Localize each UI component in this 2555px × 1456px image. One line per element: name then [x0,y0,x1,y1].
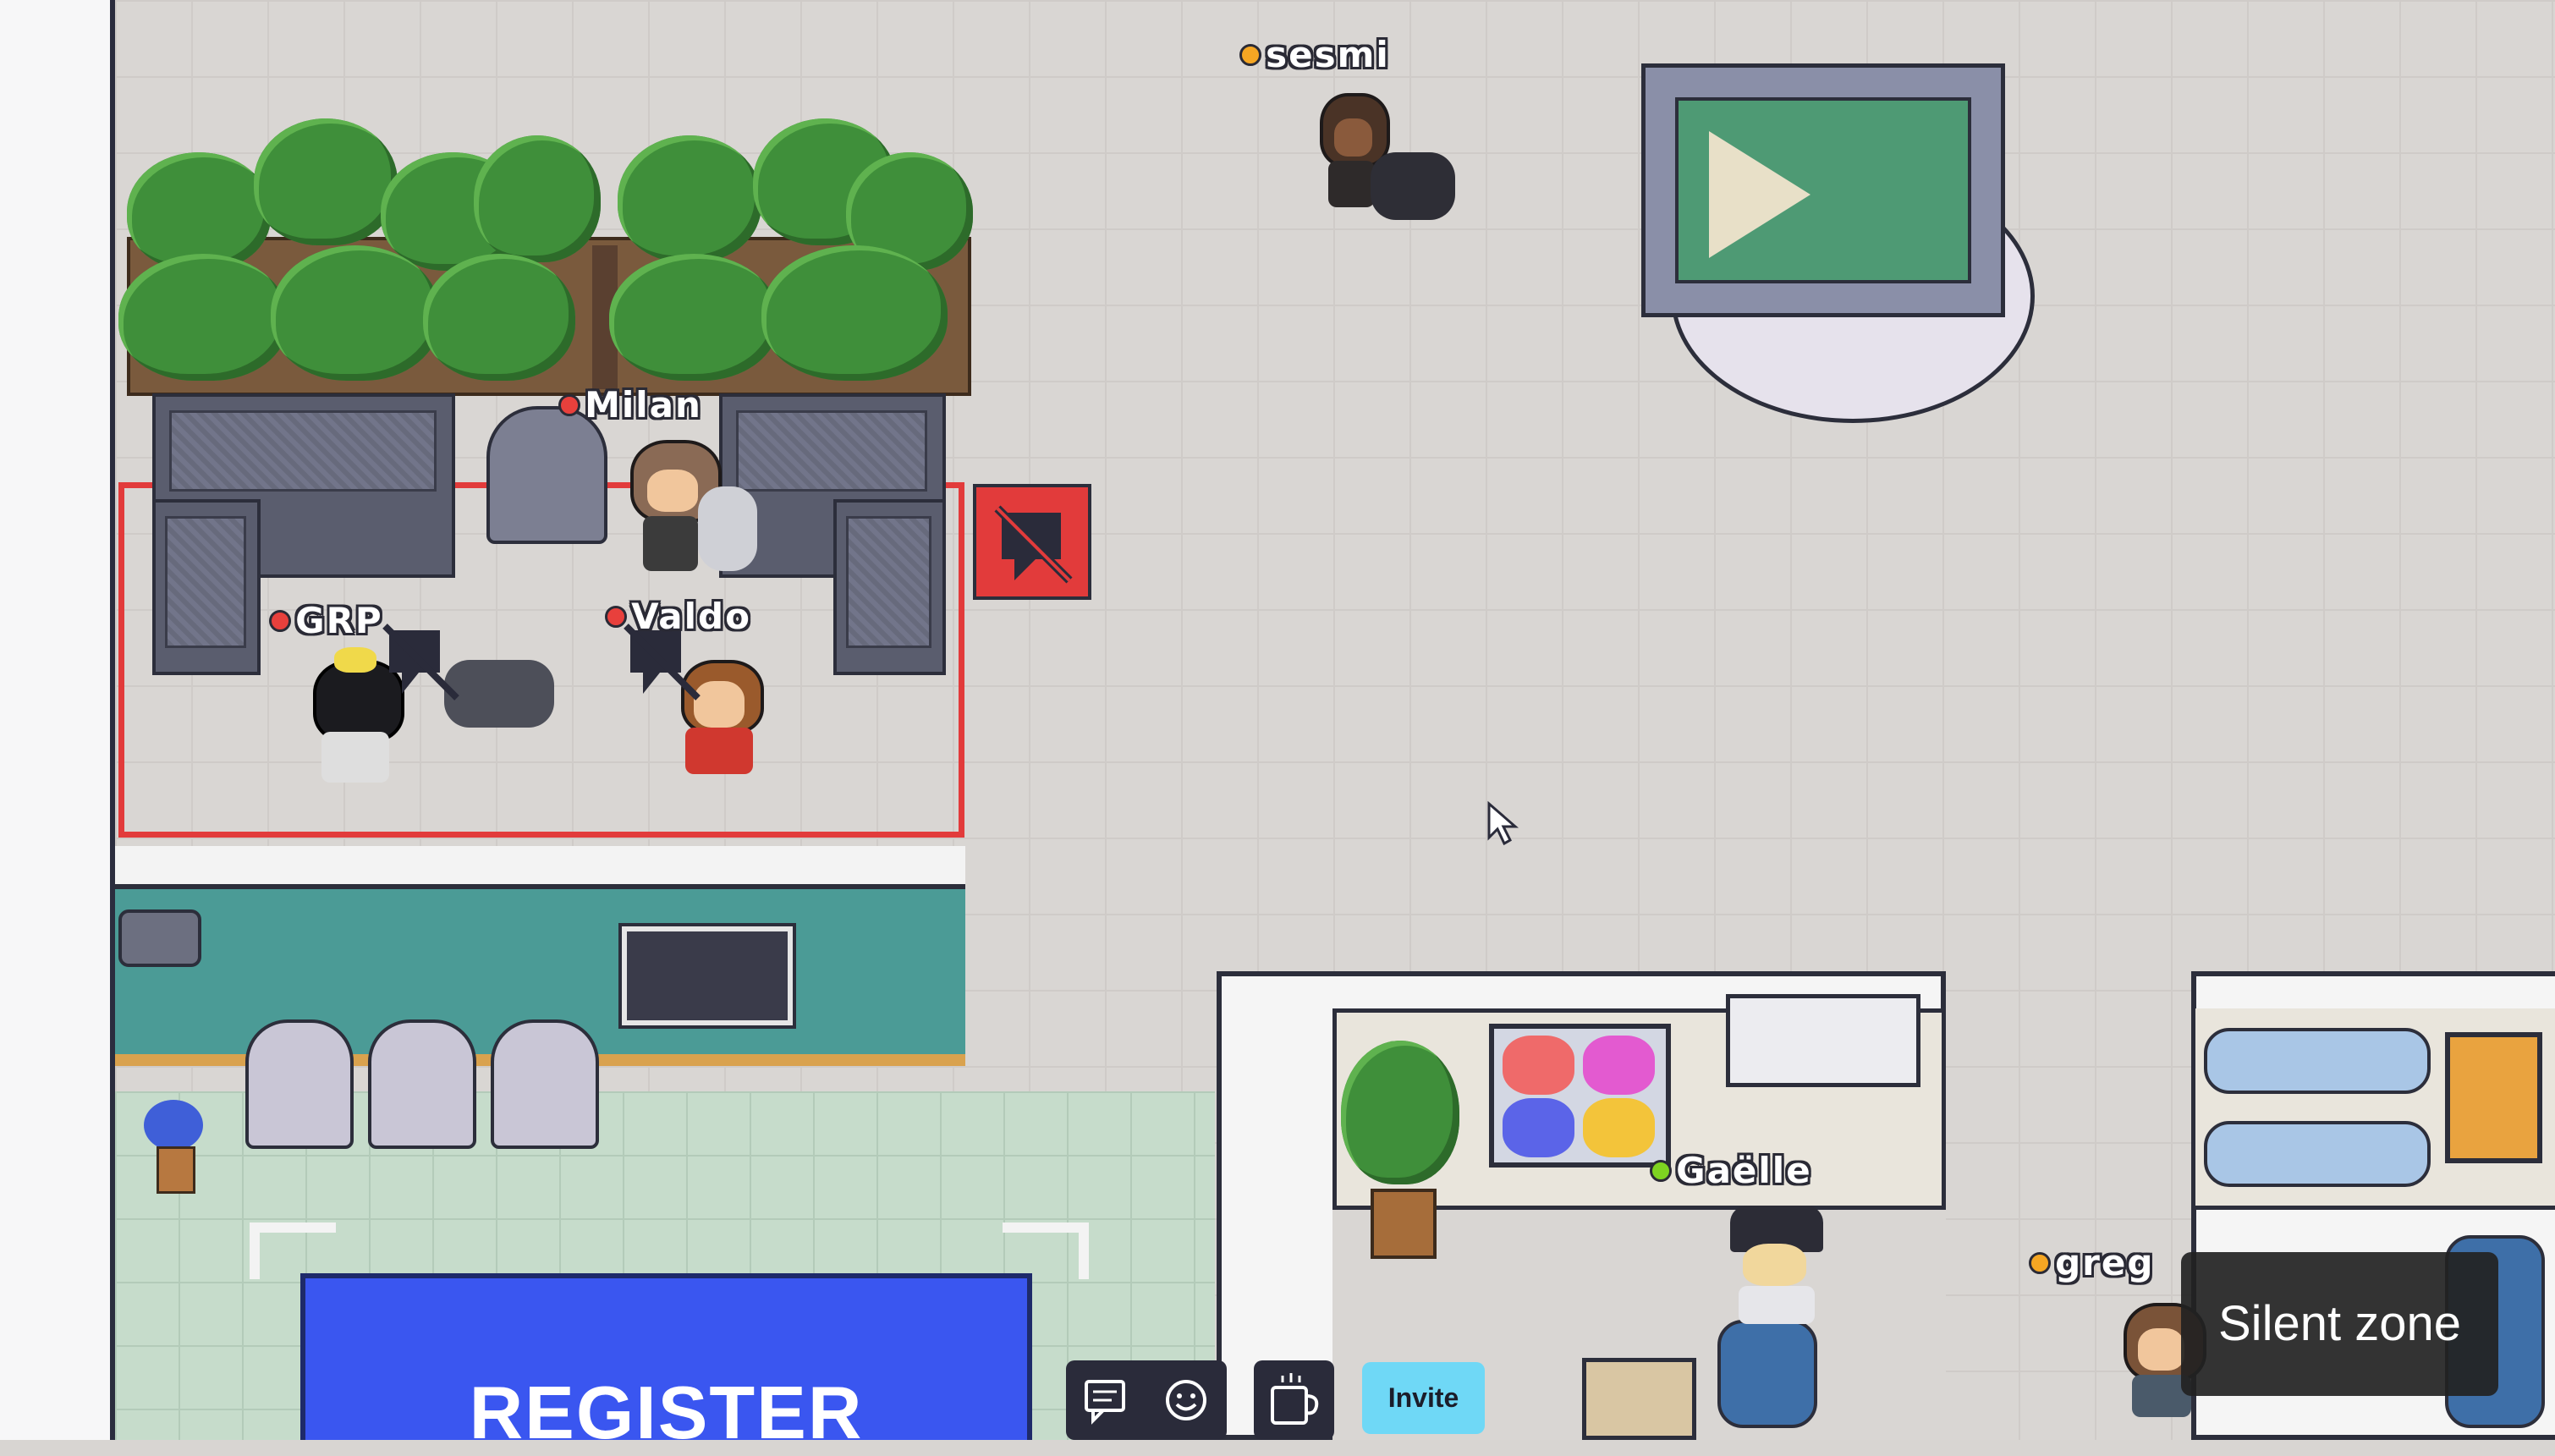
muted-mic-icon-grp [381,622,474,710]
status-dot-sesmi [1239,44,1261,66]
status-dot-grp [269,610,291,632]
silent-zone-toast: Silent zone [2181,1252,2498,1396]
viewport-left-margin [0,0,110,1440]
silent-zone-label: Silent zone [2218,1296,2461,1351]
nametag-grp: GRP [269,603,383,639]
landscape-painting [2445,1032,2542,1163]
mouse-cursor-icon [1485,799,1527,854]
office-potted-tree [1341,1041,1459,1261]
avatar-sesmi[interactable] [1316,93,1459,228]
private-area-marker[interactable] [973,484,1091,600]
wall-heater [1726,994,1920,1087]
status-dot-milan [558,394,580,416]
reception-ledge [115,846,965,889]
plants-cluster [118,102,973,389]
avatar-milan[interactable] [626,440,761,575]
armchair [486,406,607,544]
waiting-chair-2 [368,1019,476,1149]
mic-off-icon [994,505,1073,584]
pool-table[interactable] [1641,63,2005,317]
cardboard-box [1582,1358,1696,1440]
status-dot-greg [2029,1252,2051,1274]
status-dot-gaelle [1650,1160,1672,1182]
coffee-cup-icon [1271,1373,1319,1425]
waiting-chair-3 [491,1019,599,1149]
pet-white-cat [698,486,757,571]
nametag-sesmi: sesmi [1239,37,1390,73]
sofa-right-cushion [736,410,927,492]
sofa-right-arm-cushion [846,516,931,648]
sofa-left-cushion [169,410,437,492]
status-dot-valdo [605,606,627,628]
avatar-gaelle[interactable] [1722,1206,1832,1324]
pop-art-painting [1489,1024,1671,1168]
security-camera [118,909,201,967]
pool-balls-rack [1709,131,1810,258]
nametag-milan: Milan [558,387,702,423]
nametag-greg: greg [2029,1245,2154,1281]
chat-icon[interactable] [1081,1375,1132,1426]
tv-screen [618,923,796,1029]
nametag-valdo: Valdo [605,599,751,635]
invite-button-label: Invite [1387,1382,1459,1413]
nametag-gaelle: Gaëlle [1650,1153,1812,1189]
waiting-chair-1 [245,1019,354,1149]
register-sign: REGISTER [300,1273,1032,1454]
register-sign-text: REGISTER [469,1371,864,1454]
spawn-corner-left [250,1222,336,1279]
sofa-left-arm-cushion [165,516,246,648]
away-status-button[interactable] [1254,1360,1334,1440]
pet-cat-black [1371,152,1455,220]
blue-flower-pot [144,1100,203,1194]
smiley-icon[interactable] [1161,1375,1212,1426]
invite-button[interactable]: Invite [1362,1362,1485,1434]
spawn-corner-right [1003,1222,1089,1279]
office-chair [1717,1320,1817,1428]
bunk-bed-top [2204,1028,2431,1094]
bunk-bed-bottom [2204,1121,2431,1187]
